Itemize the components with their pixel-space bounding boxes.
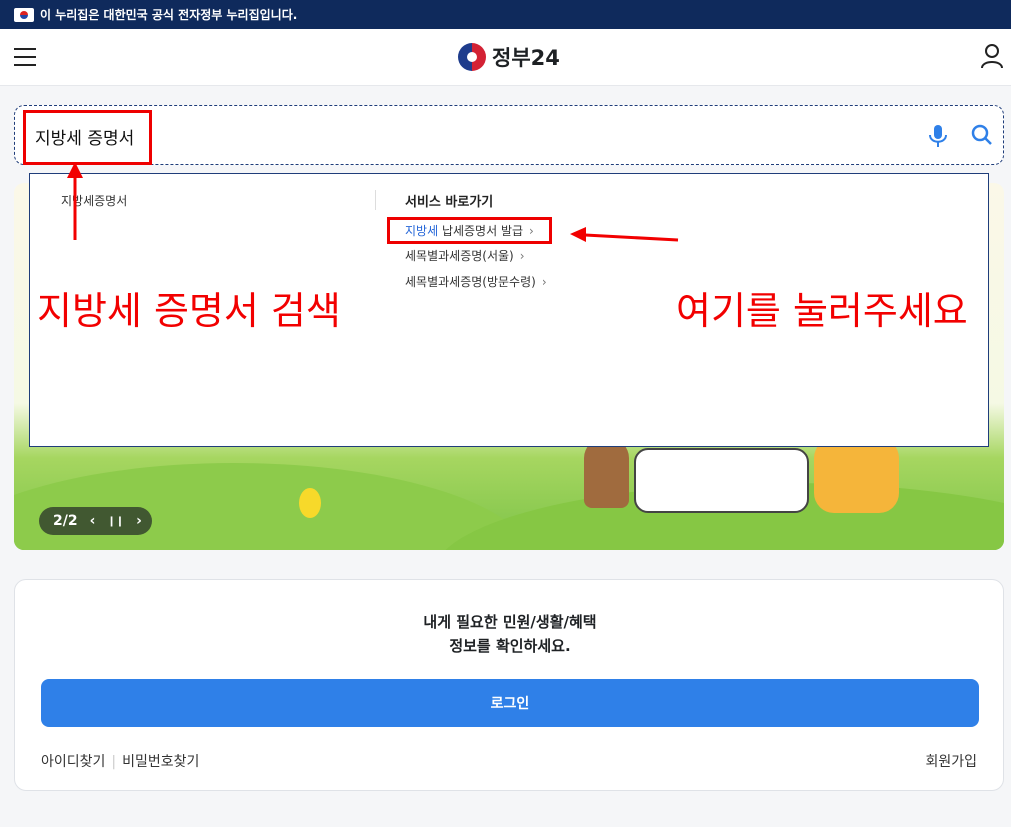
- annotation-left-text: 지방세 증명서 검색: [37, 289, 341, 333]
- annotation-right-text: 여기를 눌러주세요: [676, 289, 968, 333]
- login-message-line2: 정보를 확인하세요.: [449, 637, 571, 655]
- find-id-link[interactable]: 아이디찾기: [41, 754, 105, 770]
- account-links: 아이디찾기 | 비밀번호찾기: [41, 751, 199, 771]
- annotation-arrow-left: [584, 233, 679, 242]
- login-button[interactable]: 로그인: [41, 679, 979, 727]
- signup-link[interactable]: 회원가입: [925, 751, 977, 771]
- annotation-arrowhead: [67, 162, 83, 178]
- find-password-link[interactable]: 비밀번호찾기: [122, 754, 199, 770]
- login-card: 내게 필요한 민원/생활/혜택 정보를 확인하세요. 로그인 아이디찾기 | 비밀번…: [14, 579, 1004, 791]
- login-message: 내게 필요한 민원/생활/혜택 정보를 확인하세요.: [15, 610, 1005, 658]
- separator: |: [111, 754, 117, 770]
- annotation-arrowhead: [570, 227, 586, 242]
- login-message-line1: 내게 필요한 민원/생활/혜택: [423, 613, 597, 631]
